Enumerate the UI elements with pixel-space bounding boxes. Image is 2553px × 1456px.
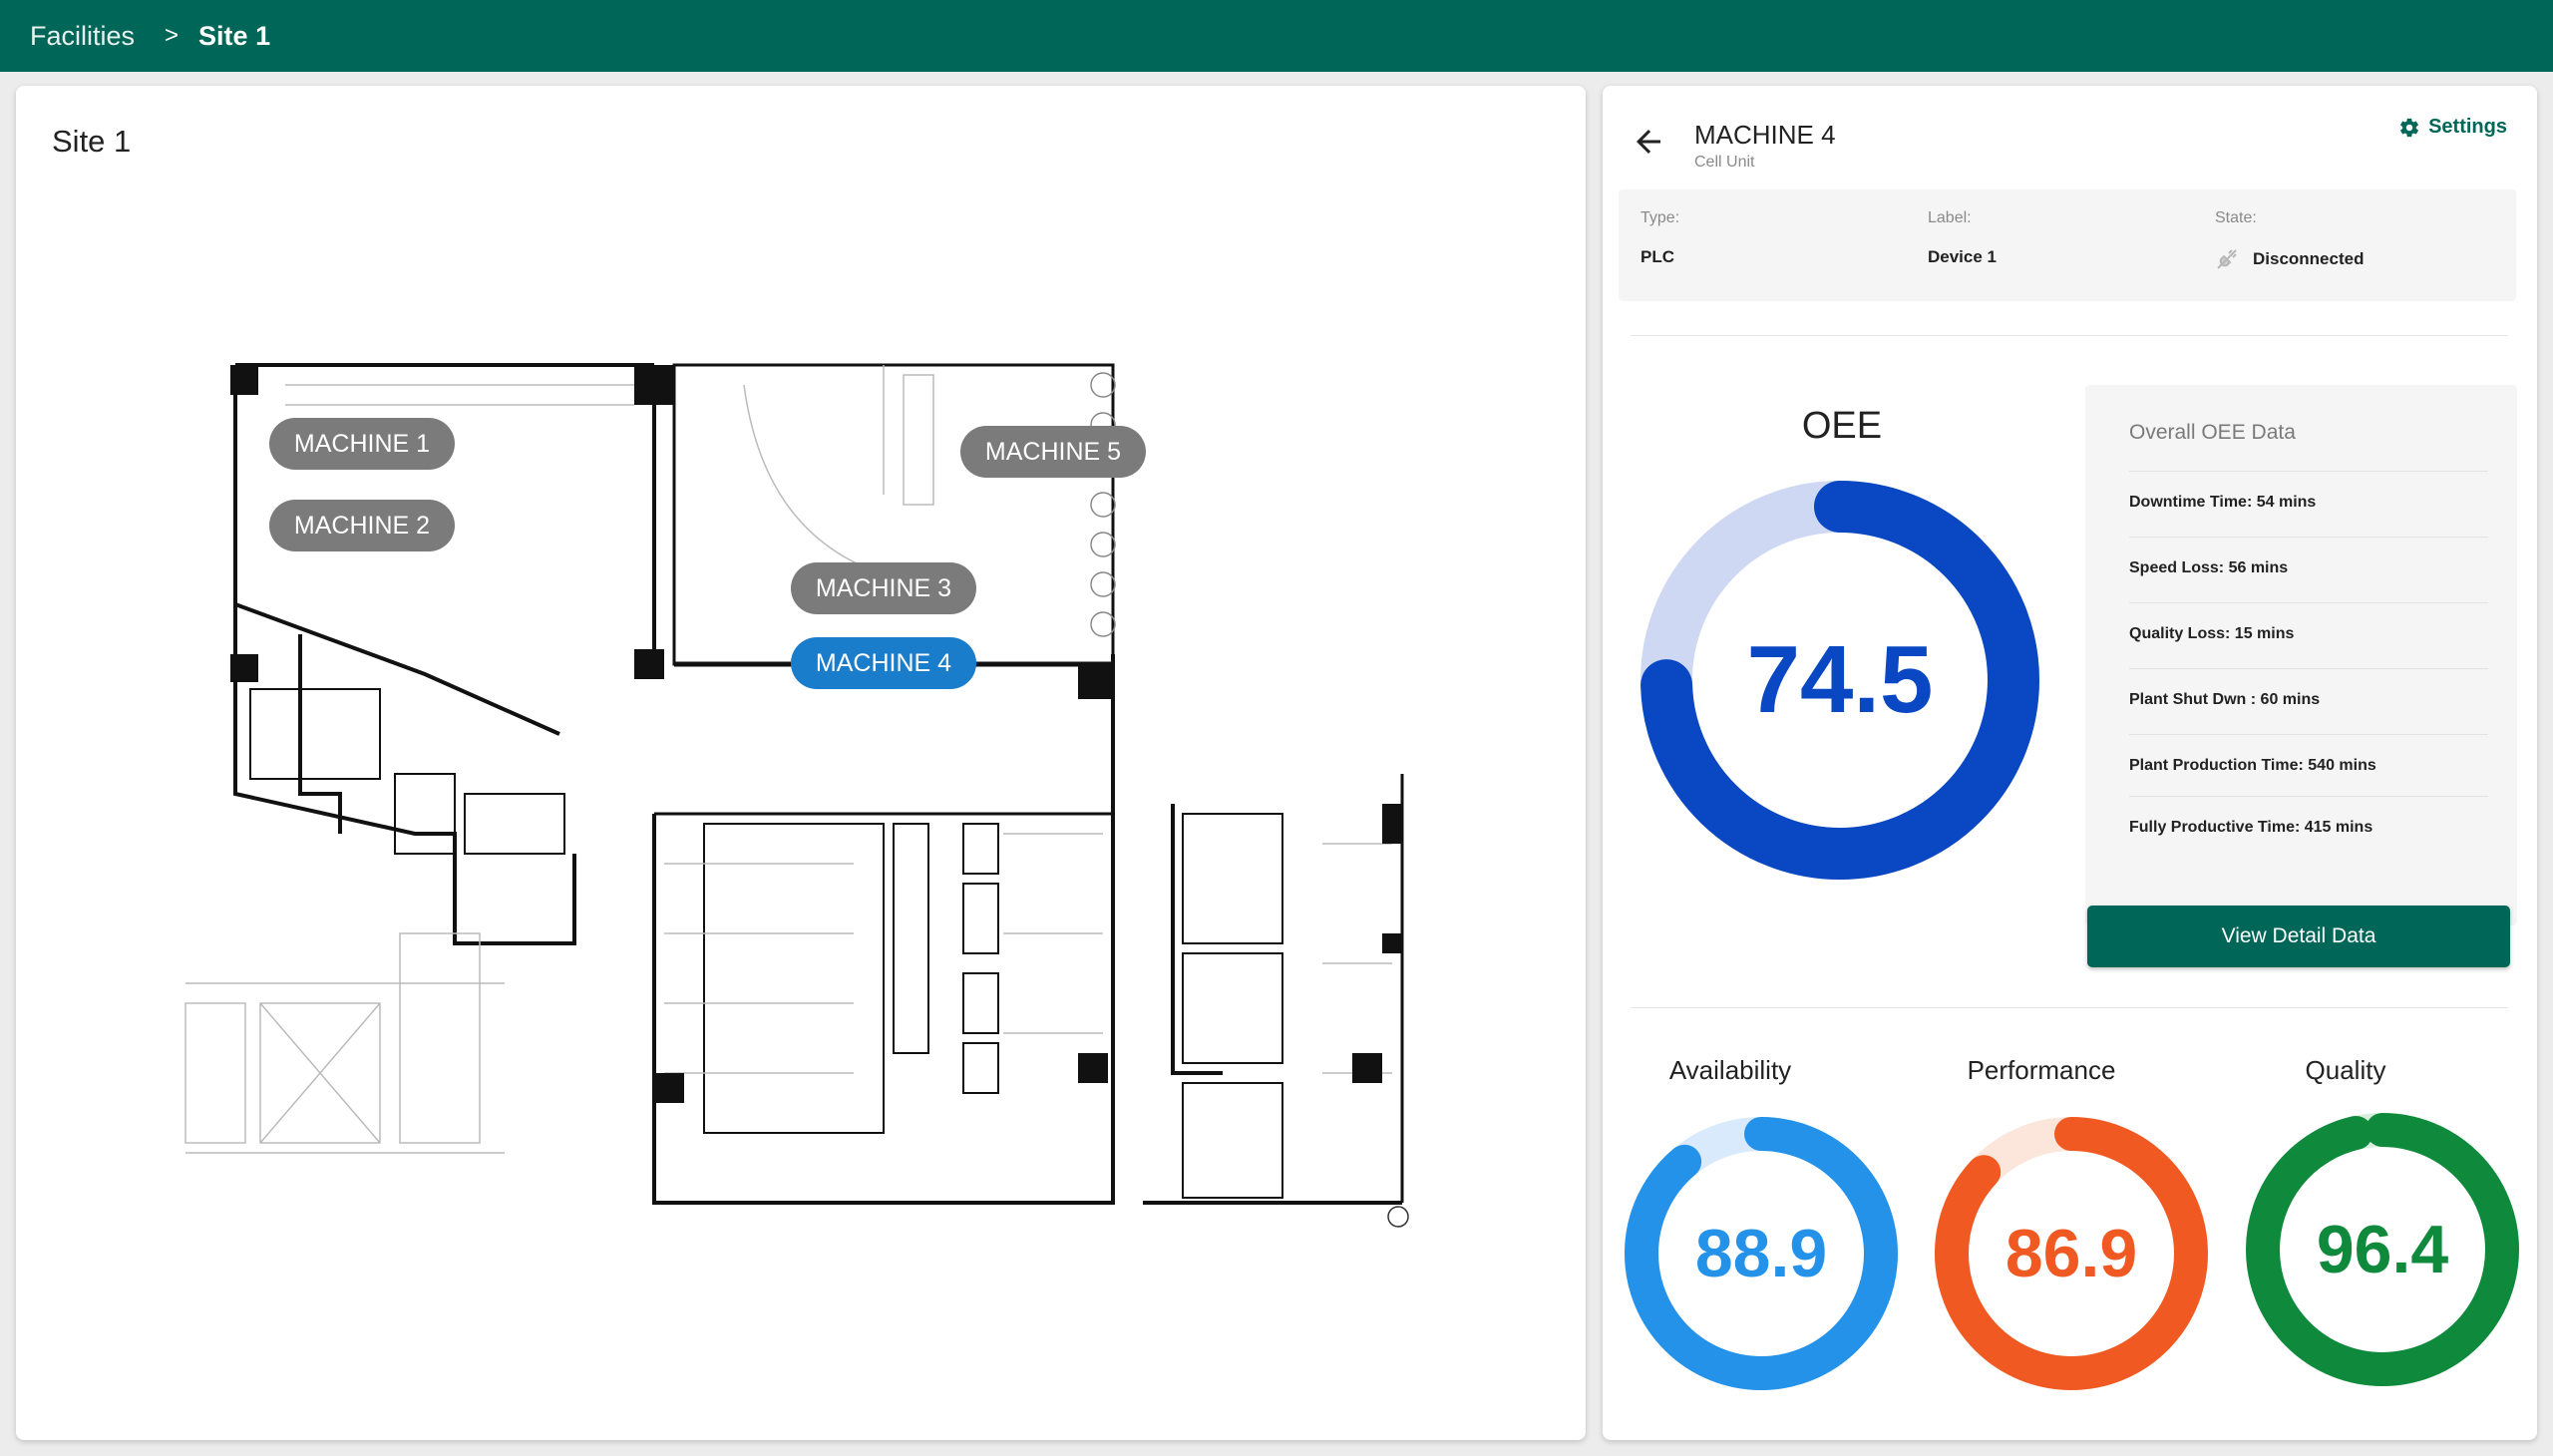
- view-detail-data-button[interactable]: View Detail Data: [2087, 906, 2510, 967]
- type-value: PLC: [1641, 247, 1674, 266]
- overall-oee-data: Overall OEE Data Downtime Time: 54 mins …: [2085, 385, 2517, 925]
- quality-gauge: 96.4: [2246, 1113, 2519, 1386]
- oee-gauge: 74.5: [1641, 481, 2039, 880]
- state-row: Disconnected: [2215, 247, 2364, 271]
- oee-label: OEE: [1801, 405, 1883, 447]
- quality-value: 96.4: [2316, 1212, 2449, 1287]
- performance-gauge: 86.9: [1935, 1117, 2208, 1390]
- floor-plan: [184, 363, 1409, 1228]
- device-label-value: Device 1: [1928, 247, 1997, 266]
- downtime-row: Downtime Time: 54 mins: [2129, 471, 2488, 537]
- availability-value: 88.9: [1694, 1216, 1828, 1291]
- settings-label: Settings: [2428, 116, 2507, 138]
- back-arrow-icon[interactable]: [1631, 124, 1666, 160]
- breadcrumb-current: Site 1: [198, 20, 271, 51]
- breadcrumb-separator: >: [165, 22, 180, 49]
- settings-button[interactable]: Settings: [2398, 116, 2507, 139]
- overall-oee-title: Overall OEE Data: [2129, 421, 2296, 444]
- disconnected-plug-icon: [2217, 249, 2237, 269]
- fully-productive-row: Fully Productive Time: 415 mins: [2129, 796, 2488, 862]
- machine-4-marker[interactable]: MACHINE 4: [791, 637, 976, 689]
- machine-2-marker[interactable]: MACHINE 2: [269, 500, 455, 551]
- quality-loss-row: Quality Loss: 15 mins: [2129, 602, 2488, 668]
- availability-label: Availability: [1668, 1055, 1792, 1085]
- machine-subtitle: Cell Unit: [1694, 154, 1755, 171]
- speed-loss-row: Speed Loss: 56 mins: [2129, 537, 2488, 602]
- quality-label: Quality: [2305, 1055, 2386, 1085]
- state-value: Disconnected: [2253, 249, 2365, 268]
- page-title: Site 1: [52, 124, 132, 159]
- machine-3-marker[interactable]: MACHINE 3: [791, 562, 976, 614]
- machine-5-marker[interactable]: MACHINE 5: [960, 426, 1146, 478]
- site-map-panel: Site 1 MACHINE 1 MACHINE 2 MACHINE 3 MAC…: [16, 86, 1586, 1440]
- divider: [1631, 335, 2508, 336]
- machine-detail-panel: MACHINE 4 Cell Unit Settings Type: PLC L…: [1603, 86, 2537, 1440]
- performance-value: 86.9: [2005, 1216, 2138, 1291]
- machine-title: MACHINE 4: [1694, 120, 1836, 150]
- availability-gauge: 88.9: [1625, 1117, 1898, 1390]
- performance-label: Performance: [1967, 1055, 2116, 1085]
- machine-1-marker[interactable]: MACHINE 1: [269, 418, 455, 470]
- gear-icon: [2400, 118, 2419, 137]
- type-label: Type:: [1641, 209, 1680, 226]
- breadcrumb-facilities[interactable]: Facilities: [30, 21, 135, 52]
- oee-value: 74.5: [1746, 626, 1934, 733]
- device-info: Type: PLC Label: Device 1 State: Disconn…: [1619, 189, 2516, 301]
- plant-shutdown-row: Plant Shut Dwn : 60 mins: [2129, 668, 2488, 734]
- top-bar: Facilities > Site 1: [0, 0, 2553, 72]
- state-label: State:: [2215, 209, 2257, 226]
- device-label-label: Label:: [1928, 209, 1972, 226]
- plant-production-row: Plant Production Time: 540 mins: [2129, 734, 2488, 800]
- divider: [1631, 1007, 2508, 1008]
